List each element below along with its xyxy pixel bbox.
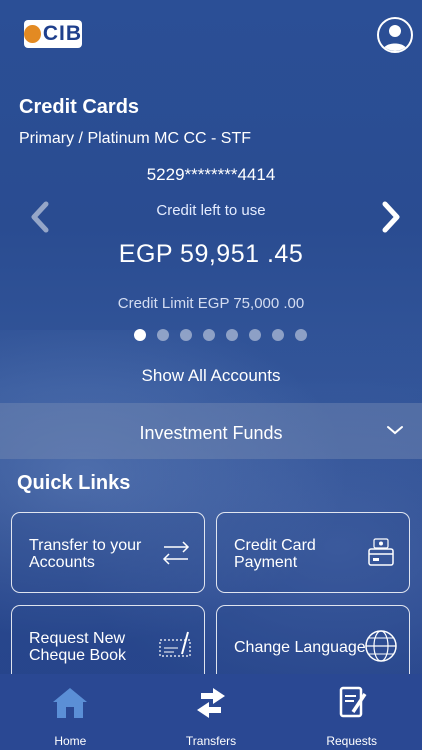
pager-dot[interactable] <box>272 329 284 341</box>
pager-dot[interactable] <box>203 329 215 341</box>
tab-label: Requests <box>326 734 378 748</box>
cib-logo: CIB <box>24 20 82 48</box>
pager-dot[interactable] <box>226 329 238 341</box>
requests-icon <box>339 686 367 718</box>
profile-avatar-button[interactable] <box>377 17 413 53</box>
tab-requests[interactable]: Requests <box>281 674 422 750</box>
tile-label: Change Language <box>234 639 366 656</box>
investment-funds-bar[interactable]: Investment Funds <box>0 403 422 459</box>
pager-dot[interactable] <box>134 329 146 341</box>
logo-globe-icon <box>24 25 41 43</box>
card-number: 5229********4414 <box>146 165 276 184</box>
logo-text: CIB <box>42 22 82 45</box>
show-all-accounts-link[interactable]: Show All Accounts <box>0 366 422 386</box>
pager-dot[interactable] <box>249 329 261 341</box>
home-icon <box>53 688 88 718</box>
tab-transfers[interactable]: Transfers <box>141 674 282 750</box>
pager-dot[interactable] <box>157 329 169 341</box>
globe-icon <box>365 630 397 662</box>
tab-label: Transfers <box>185 734 237 748</box>
tab-home[interactable]: Home <box>0 674 141 750</box>
credit-card-payment-icon <box>368 538 394 566</box>
pager-dot[interactable] <box>180 329 192 341</box>
pager-dot[interactable] <box>295 329 307 341</box>
credit-left-label: Credit left to use <box>156 202 266 219</box>
bottom-tab-bar: Home Transfers Requests <box>0 674 422 750</box>
user-icon <box>383 25 407 51</box>
credit-left-amount: EGP 59,951 .45 <box>118 240 304 268</box>
transfers-icon <box>197 688 225 718</box>
card-type: Primary / Platinum MC CC - STF <box>19 130 252 147</box>
quick-links-title: Quick Links <box>17 472 131 494</box>
credit-card-payment-tile[interactable]: Credit Card Payment <box>216 512 410 593</box>
top-bar: CIB <box>0 0 422 70</box>
account-pager[interactable] <box>134 329 307 341</box>
tile-label: Request New Cheque Book <box>29 630 126 664</box>
transfer-to-your-accounts-tile[interactable]: Transfer to your Accounts <box>11 512 205 593</box>
cheque-book-icon <box>159 631 191 657</box>
tab-label: Home <box>54 734 87 748</box>
tile-label: Credit Card Payment <box>234 537 316 571</box>
chevron-down-icon <box>387 426 403 435</box>
credit-limit: Credit Limit EGP 75,000 .00 <box>117 295 305 312</box>
investment-funds-label: Investment Funds <box>139 423 283 443</box>
tile-label: Transfer to your Accounts <box>29 537 142 571</box>
transfer-arrows-icon <box>162 541 190 565</box>
section-title: Credit Cards <box>19 96 140 118</box>
